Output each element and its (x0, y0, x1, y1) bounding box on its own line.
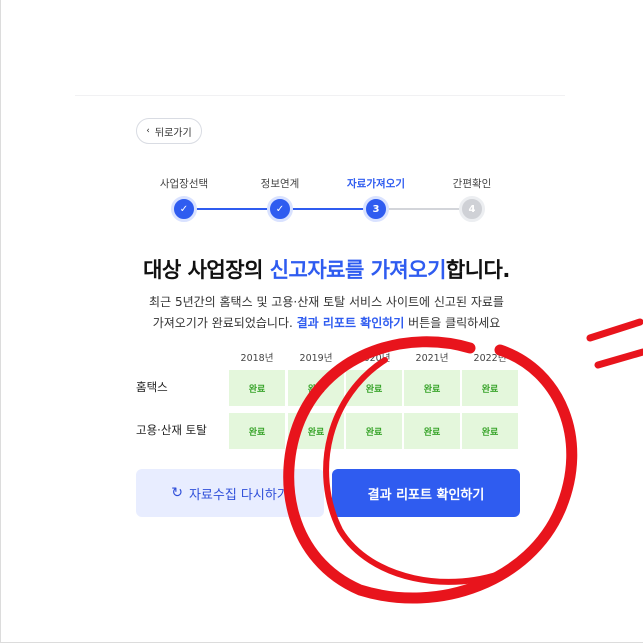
status-badge: 완료 (346, 413, 402, 449)
year-header: 2018년 (240, 353, 274, 364)
view-report-button[interactable]: 결과 리포트 확인하기 (332, 469, 520, 517)
step-3-marker: 3 (363, 196, 389, 222)
step-2-check-icon: ✓ (267, 196, 293, 222)
status-badge: 완료 (229, 413, 285, 449)
status-badge: 완료 (462, 370, 518, 406)
year-header: 2022년 (473, 353, 507, 364)
status-badge: 완료 (229, 370, 285, 406)
status-badge: 완료 (404, 370, 460, 406)
title-text: 대상 사업장의 (143, 258, 270, 282)
step-label-2: 정보연계 (260, 178, 300, 190)
status-badge: 완료 (288, 370, 344, 406)
status-badge: 완료 (404, 413, 460, 449)
description-line-2: 가져오기가 완료되었습니다. 결과 리포트 확인하기 버튼을 클릭하세요 (0, 314, 643, 331)
back-button[interactable]: ‹ 뒤로가기 (136, 118, 202, 144)
retry-collection-button[interactable]: ↻ 자료수집 다시하기 (136, 469, 324, 517)
step-label-3: 자료가져오기 (347, 178, 405, 190)
retry-button-label: 자료수집 다시하기 (188, 487, 289, 503)
annotation-tick-mark (594, 348, 643, 369)
step-label-4: 간편확인 (452, 178, 492, 190)
year-header: 2021년 (415, 353, 449, 364)
stepper-remaining-line (376, 208, 472, 210)
step-4-marker: 4 (459, 196, 485, 222)
chevron-left-icon: ‹ (146, 126, 150, 136)
description-text: 가져오기가 완료되었습니다. (152, 316, 297, 330)
title-text-end: 합니다. (445, 258, 510, 282)
year-header: 2019년 (299, 353, 333, 364)
refresh-icon: ↻ (171, 485, 183, 501)
page-title: 대상 사업장의 신고자료를 가져오기합니다. (0, 254, 643, 284)
title-highlight: 신고자료를 가져오기 (269, 258, 447, 282)
card-divider (75, 95, 565, 96)
status-badge: 완료 (288, 413, 344, 449)
row-label-employment-insurance: 고용·산재 토탈 (136, 423, 207, 437)
description-line-1: 최근 5년간의 홈택스 및 고용·산재 토탈 서비스 사이트에 신고된 자료를 (149, 295, 504, 309)
report-button-label: 결과 리포트 확인하기 (367, 487, 485, 503)
year-header: 2020년 (357, 353, 391, 364)
status-badge: 완료 (462, 413, 518, 449)
status-badge: 완료 (346, 370, 402, 406)
step-label-1: 사업장선택 (159, 178, 209, 190)
back-button-label: 뒤로가기 (154, 127, 192, 139)
step-1-check-icon: ✓ (171, 196, 197, 222)
description-text-end: 버튼을 클릭하세요 (404, 316, 501, 330)
description-emphasis: 결과 리포트 확인하기 (296, 316, 405, 330)
row-label-hometax: 홈택스 (136, 380, 168, 394)
